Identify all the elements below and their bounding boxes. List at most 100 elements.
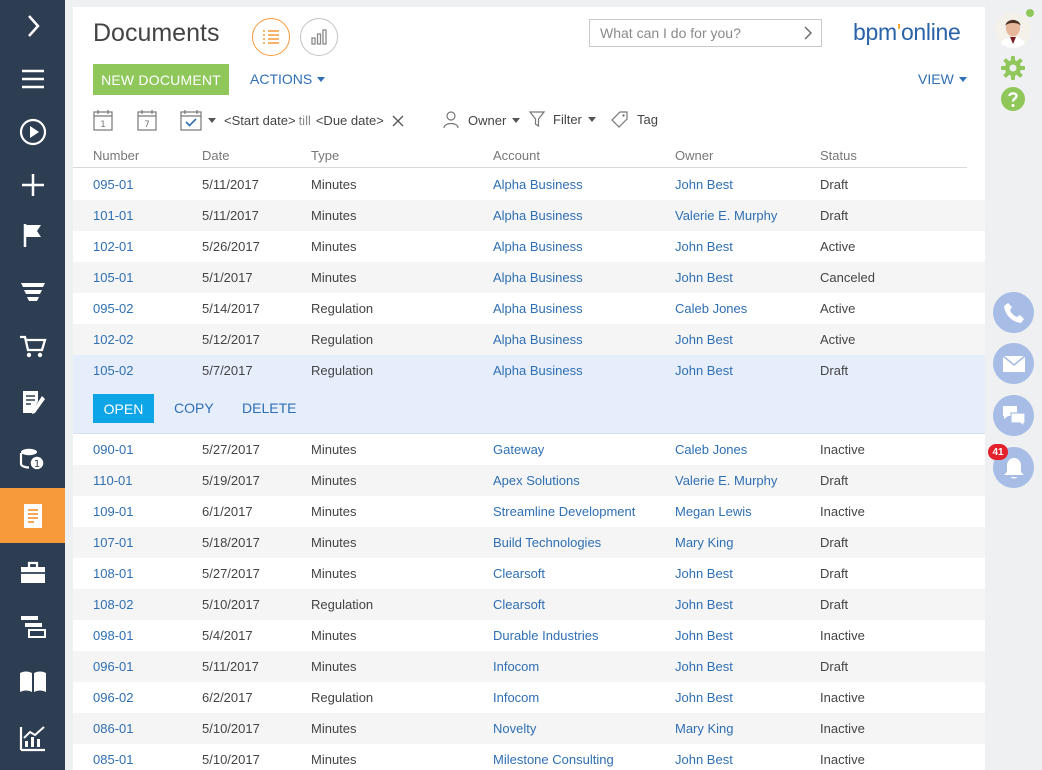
cell-owner[interactable]: Mary King — [675, 721, 734, 736]
cell-account[interactable]: Alpha Business — [493, 301, 583, 316]
cell-owner[interactable]: John Best — [675, 363, 733, 378]
column-header-number[interactable]: Number — [93, 148, 139, 163]
open-button[interactable]: OPEN — [93, 394, 154, 423]
cell-number[interactable]: 095-02 — [93, 301, 133, 316]
table-row[interactable]: 102-02 5/12/2017 Regulation Alpha Busine… — [73, 324, 985, 355]
cell-owner[interactable]: John Best — [675, 690, 733, 705]
cell-owner[interactable]: Mary King — [675, 535, 734, 550]
gear-icon[interactable] — [1000, 55, 1026, 81]
table-row[interactable]: 108-02 5/10/2017 Regulation Clearsoft Jo… — [73, 589, 985, 620]
cell-account[interactable]: Novelty — [493, 721, 536, 736]
nav-knowledge-base-button[interactable] — [0, 656, 65, 708]
cell-number[interactable]: 108-01 — [93, 566, 133, 581]
cell-owner[interactable]: Megan Lewis — [675, 504, 752, 519]
cell-account[interactable]: Apex Solutions — [493, 473, 580, 488]
list-view-button[interactable] — [252, 18, 290, 56]
nav-funnel-button[interactable] — [0, 265, 65, 317]
nav-cart-button[interactable] — [0, 320, 65, 372]
table-row[interactable]: 102-01 5/26/2017 Minutes Alpha Business … — [73, 231, 985, 262]
cell-account[interactable]: Clearsoft — [493, 597, 545, 612]
cell-owner[interactable]: Caleb Jones — [675, 301, 747, 316]
table-row[interactable]: 095-02 5/14/2017 Regulation Alpha Busine… — [73, 293, 985, 324]
actions-button[interactable]: ACTIONS — [250, 71, 326, 87]
cell-account[interactable]: Clearsoft — [493, 566, 545, 581]
avatar[interactable] — [995, 12, 1031, 48]
cell-number[interactable]: 105-01 — [93, 270, 133, 285]
table-row[interactable]: 098-01 5/4/2017 Minutes Durable Industri… — [73, 620, 985, 651]
email-button[interactable] — [993, 343, 1034, 384]
table-row[interactable]: 096-01 5/11/2017 Minutes Infocom John Be… — [73, 651, 985, 682]
nav-flag-button[interactable] — [0, 209, 65, 261]
cell-owner[interactable]: John Best — [675, 752, 733, 767]
cell-number[interactable]: 102-02 — [93, 332, 133, 347]
chevron-right-icon[interactable] — [803, 26, 813, 40]
cell-account[interactable]: Build Technologies — [493, 535, 601, 550]
filter-period-button[interactable] — [180, 109, 216, 131]
column-header-date[interactable]: Date — [202, 148, 229, 163]
cell-account[interactable]: Milestone Consulting — [493, 752, 614, 767]
nav-edit-document-button[interactable] — [0, 377, 65, 429]
cell-number[interactable]: 107-01 — [93, 535, 133, 550]
command-line[interactable] — [589, 19, 822, 47]
cell-owner[interactable]: John Best — [675, 177, 733, 192]
search-input[interactable] — [590, 25, 790, 41]
analytics-view-button[interactable] — [300, 18, 338, 56]
cell-account[interactable]: Alpha Business — [493, 177, 583, 192]
cell-account[interactable]: Alpha Business — [493, 239, 583, 254]
nav-analytics-button[interactable] — [0, 712, 65, 764]
table-row[interactable]: 090-01 5/27/2017 Minutes Gateway Caleb J… — [73, 434, 985, 465]
cell-account[interactable]: Infocom — [493, 659, 539, 674]
cell-owner[interactable]: Caleb Jones — [675, 442, 747, 457]
cell-account[interactable]: Alpha Business — [493, 270, 583, 285]
filter-day-button[interactable]: 1 — [93, 109, 113, 131]
cell-owner[interactable]: Valerie E. Murphy — [675, 473, 777, 488]
column-header-account[interactable]: Account — [493, 148, 540, 163]
cell-number[interactable]: 098-01 — [93, 628, 133, 643]
cell-number[interactable]: 096-01 — [93, 659, 133, 674]
cell-owner[interactable]: John Best — [675, 332, 733, 347]
view-button[interactable]: VIEW — [918, 71, 967, 87]
close-icon[interactable] — [392, 115, 404, 127]
cell-number[interactable]: 096-02 — [93, 690, 133, 705]
cell-owner[interactable]: John Best — [675, 566, 733, 581]
copy-button[interactable]: COPY — [174, 400, 214, 416]
filter-button[interactable]: Filter — [529, 111, 596, 128]
column-header-type[interactable]: Type — [311, 148, 339, 163]
start-date[interactable]: <Start date> — [224, 113, 296, 128]
cell-owner[interactable]: John Best — [675, 597, 733, 612]
nav-documents-button[interactable] — [0, 488, 65, 543]
cell-account[interactable]: Infocom — [493, 690, 539, 705]
cell-owner[interactable]: John Best — [675, 270, 733, 285]
table-row[interactable]: 109-01 6/1/2017 Minutes Streamline Devel… — [73, 496, 985, 527]
nav-process-button[interactable] — [0, 106, 65, 158]
cell-number[interactable]: 110-01 — [93, 473, 133, 488]
column-header-status[interactable]: Status — [820, 148, 857, 163]
table-row[interactable]: 086-01 5/10/2017 Minutes Novelty Mary Ki… — [73, 713, 985, 744]
cell-number[interactable]: 090-01 — [93, 442, 133, 457]
table-row[interactable]: 085-01 5/10/2017 Minutes Milestone Consu… — [73, 744, 985, 770]
tag-button[interactable]: Tag — [611, 111, 658, 128]
table-row[interactable]: 108-01 5/27/2017 Minutes Clearsoft John … — [73, 558, 985, 589]
table-row[interactable]: 101-01 5/11/2017 Minutes Alpha Business … — [73, 200, 985, 231]
delete-button[interactable]: DELETE — [242, 400, 296, 416]
nav-finance-button[interactable]: 1 — [0, 433, 65, 485]
nav-expand-button[interactable] — [0, 0, 65, 52]
phone-button[interactable] — [993, 292, 1034, 333]
cell-number[interactable]: 086-01 — [93, 721, 133, 736]
table-row[interactable]: 105-01 5/1/2017 Minutes Alpha Business J… — [73, 262, 985, 293]
table-row[interactable]: 107-01 5/18/2017 Minutes Build Technolog… — [73, 527, 985, 558]
cell-owner[interactable]: John Best — [675, 628, 733, 643]
nav-add-button[interactable] — [0, 159, 65, 211]
cell-account[interactable]: Durable Industries — [493, 628, 599, 643]
filter-week-button[interactable]: 7 — [137, 109, 157, 131]
feed-button[interactable] — [993, 395, 1034, 436]
column-header-owner[interactable]: Owner — [675, 148, 713, 163]
help-icon[interactable] — [1000, 86, 1026, 112]
cell-number[interactable]: 085-01 — [93, 752, 133, 767]
cell-number[interactable]: 095-01 — [93, 177, 133, 192]
nav-menu-button[interactable] — [0, 53, 65, 105]
cell-account[interactable]: Alpha Business — [493, 208, 583, 223]
cell-owner[interactable]: John Best — [675, 659, 733, 674]
cell-number[interactable]: 109-01 — [93, 504, 133, 519]
cell-account[interactable]: Gateway — [493, 442, 544, 457]
